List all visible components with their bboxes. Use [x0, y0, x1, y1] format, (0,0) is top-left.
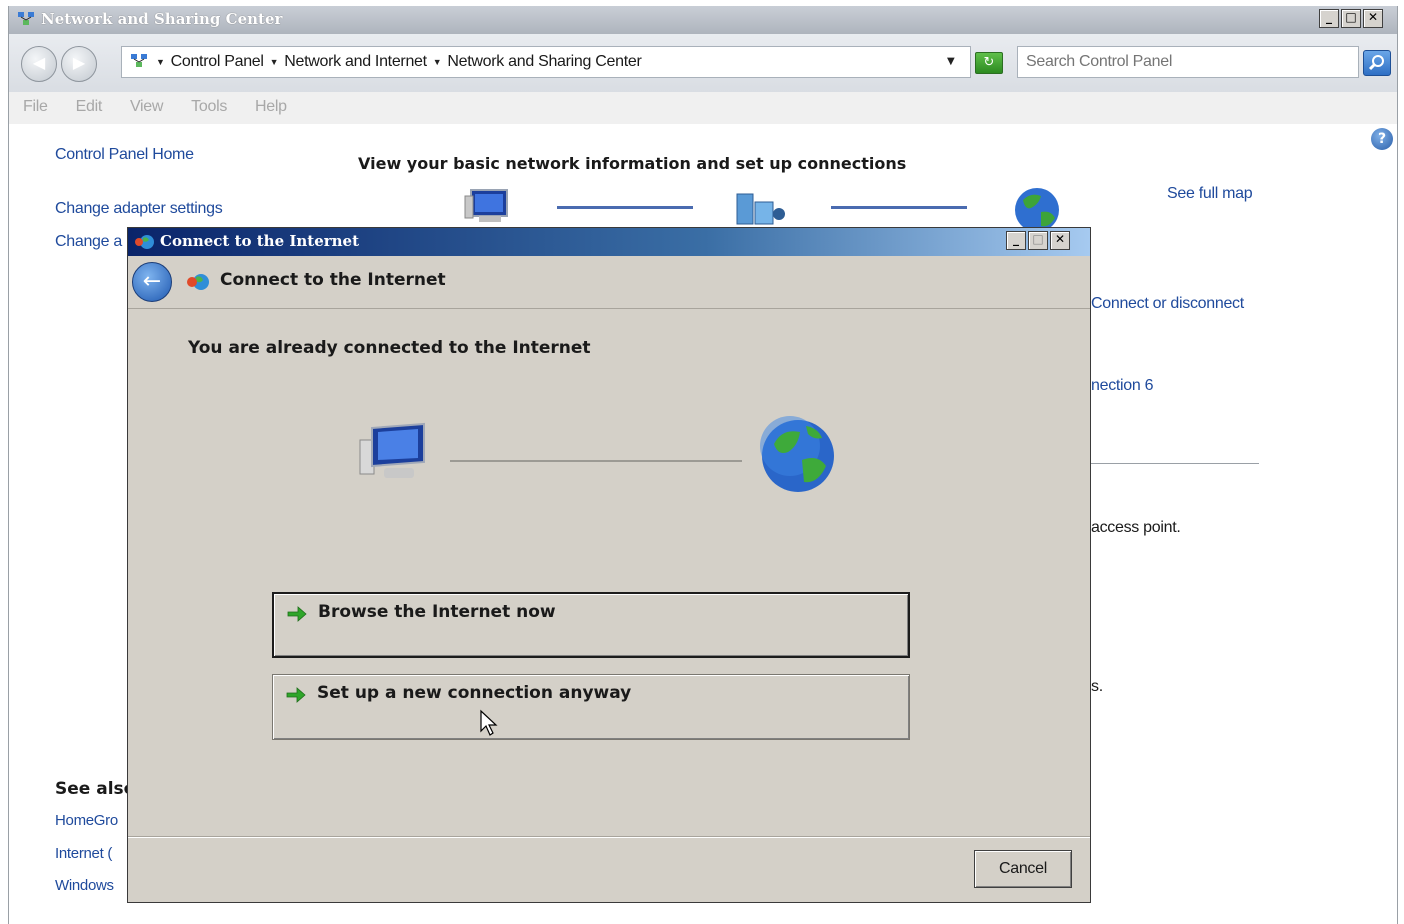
connection-line: [557, 206, 693, 209]
search-icon: [1368, 55, 1384, 71]
change-advanced-sharing-link[interactable]: Change a: [55, 233, 122, 251]
browse-internet-now-button[interactable]: Browse the Internet now: [272, 592, 910, 658]
back-arrow-icon: ◀: [32, 53, 46, 72]
partial-text: s.: [1091, 678, 1103, 695]
forward-arrow-icon: ▶: [72, 53, 86, 72]
search-box[interactable]: [1017, 46, 1359, 78]
breadcrumb-control-panel[interactable]: Control Panel: [171, 53, 264, 71]
dialog-header-title: Connect to the Internet: [220, 270, 446, 290]
dialog-body: You are already connected to the Interne…: [128, 308, 1090, 838]
maximize-button[interactable]: □: [1341, 9, 1361, 28]
internet-connection-line: [831, 206, 967, 209]
minimize-button[interactable]: _: [1319, 9, 1339, 28]
dialog-close-button[interactable]: ✕: [1050, 231, 1070, 250]
menu-file[interactable]: File: [9, 92, 60, 124]
menu-edit[interactable]: Edit: [60, 92, 114, 124]
connection-name-link[interactable]: nection 6: [1091, 377, 1154, 395]
dialog-titlebar[interactable]: Connect to the Internet _ □ ✕: [128, 228, 1090, 256]
help-icon[interactable]: ?: [1371, 128, 1393, 150]
menu-tools[interactable]: Tools: [175, 92, 239, 124]
see-also-internet-options-link[interactable]: Internet (: [55, 845, 112, 862]
internet-globe-icon: [760, 416, 834, 492]
browse-internet-now-label: Browse the Internet now: [318, 602, 556, 622]
green-arrow-icon: [286, 687, 306, 703]
dialog-maximize-button[interactable]: □: [1028, 231, 1048, 250]
window-title: Network and Sharing Center: [41, 10, 283, 28]
dialog-minimize-button[interactable]: _: [1006, 231, 1026, 250]
search-button[interactable]: [1363, 50, 1391, 76]
dialog-back-button[interactable]: ←: [132, 262, 172, 302]
section-divider: [1091, 463, 1259, 464]
dialog-subtitle: You are already connected to the Interne…: [188, 338, 591, 358]
forward-nav-button[interactable]: ▶: [61, 46, 97, 82]
cancel-button[interactable]: Cancel: [974, 850, 1072, 888]
menu-bar: File Edit View Tools Help: [9, 92, 1397, 124]
network-location-icon: [131, 54, 147, 67]
main-titlebar[interactable]: Network and Sharing Center _ □ ✕: [9, 6, 1397, 34]
connect-or-disconnect-link[interactable]: Connect or disconnect: [1091, 295, 1244, 313]
chevron-down-icon[interactable]: ▼: [156, 57, 165, 67]
dialog-footer-divider: [128, 836, 1090, 838]
page-heading: View your basic network information and …: [358, 154, 907, 173]
set-up-new-connection-label: Set up a new connection anyway: [317, 683, 632, 703]
computer-icon: [359, 422, 425, 478]
chevron-down-icon[interactable]: ▼: [270, 57, 279, 67]
change-adapter-settings-link[interactable]: Change adapter settings: [55, 200, 223, 218]
control-panel-home-link[interactable]: Control Panel Home: [55, 146, 194, 164]
connect-to-internet-dialog: Connect to the Internet _ □ ✕ ← Connect …: [127, 227, 1091, 903]
breadcrumb-network-internet[interactable]: Network and Internet: [284, 53, 427, 71]
connect-internet-icon: [135, 235, 154, 249]
refresh-button[interactable]: ↻: [975, 52, 1003, 74]
network-icon: [736, 193, 785, 225]
see-also-windows-firewall-link[interactable]: Windows: [55, 877, 114, 894]
dialog-title: Connect to the Internet: [160, 232, 360, 250]
menu-help[interactable]: Help: [239, 92, 299, 124]
breadcrumb-network-sharing-center[interactable]: Network and Sharing Center: [447, 53, 641, 71]
close-button[interactable]: ✕: [1363, 9, 1383, 28]
menu-view[interactable]: View: [114, 92, 175, 124]
back-nav-button[interactable]: ◀: [21, 46, 57, 82]
network-center-icon: [18, 12, 34, 25]
breadcrumb: ▼ Control Panel ▼ Network and Internet ▼…: [156, 53, 642, 71]
see-full-map-link[interactable]: See full map: [1167, 185, 1253, 203]
computer-icon: [464, 189, 508, 222]
connect-internet-icon: [187, 274, 209, 290]
search-input[interactable]: [1026, 53, 1346, 71]
dialog-header: ← Connect to the Internet: [128, 256, 1090, 309]
address-bar[interactable]: ▼ Control Panel ▼ Network and Internet ▼…: [121, 46, 971, 78]
see-also-heading: See also: [55, 779, 136, 799]
chevron-down-icon[interactable]: ▼: [433, 57, 442, 67]
see-also-homegroup-link[interactable]: HomeGro: [55, 812, 118, 829]
set-up-new-connection-button[interactable]: Set up a new connection anyway: [272, 674, 910, 740]
mouse-cursor-icon: [480, 709, 498, 736]
address-toolbar: ◀ ▶ ▼ Control Panel ▼ Network and Intern…: [9, 34, 1397, 92]
green-arrow-icon: [287, 606, 307, 622]
access-point-text: access point.: [1091, 519, 1181, 536]
address-history-dropdown-icon[interactable]: ▼: [947, 56, 955, 67]
connection-line: [450, 460, 742, 462]
